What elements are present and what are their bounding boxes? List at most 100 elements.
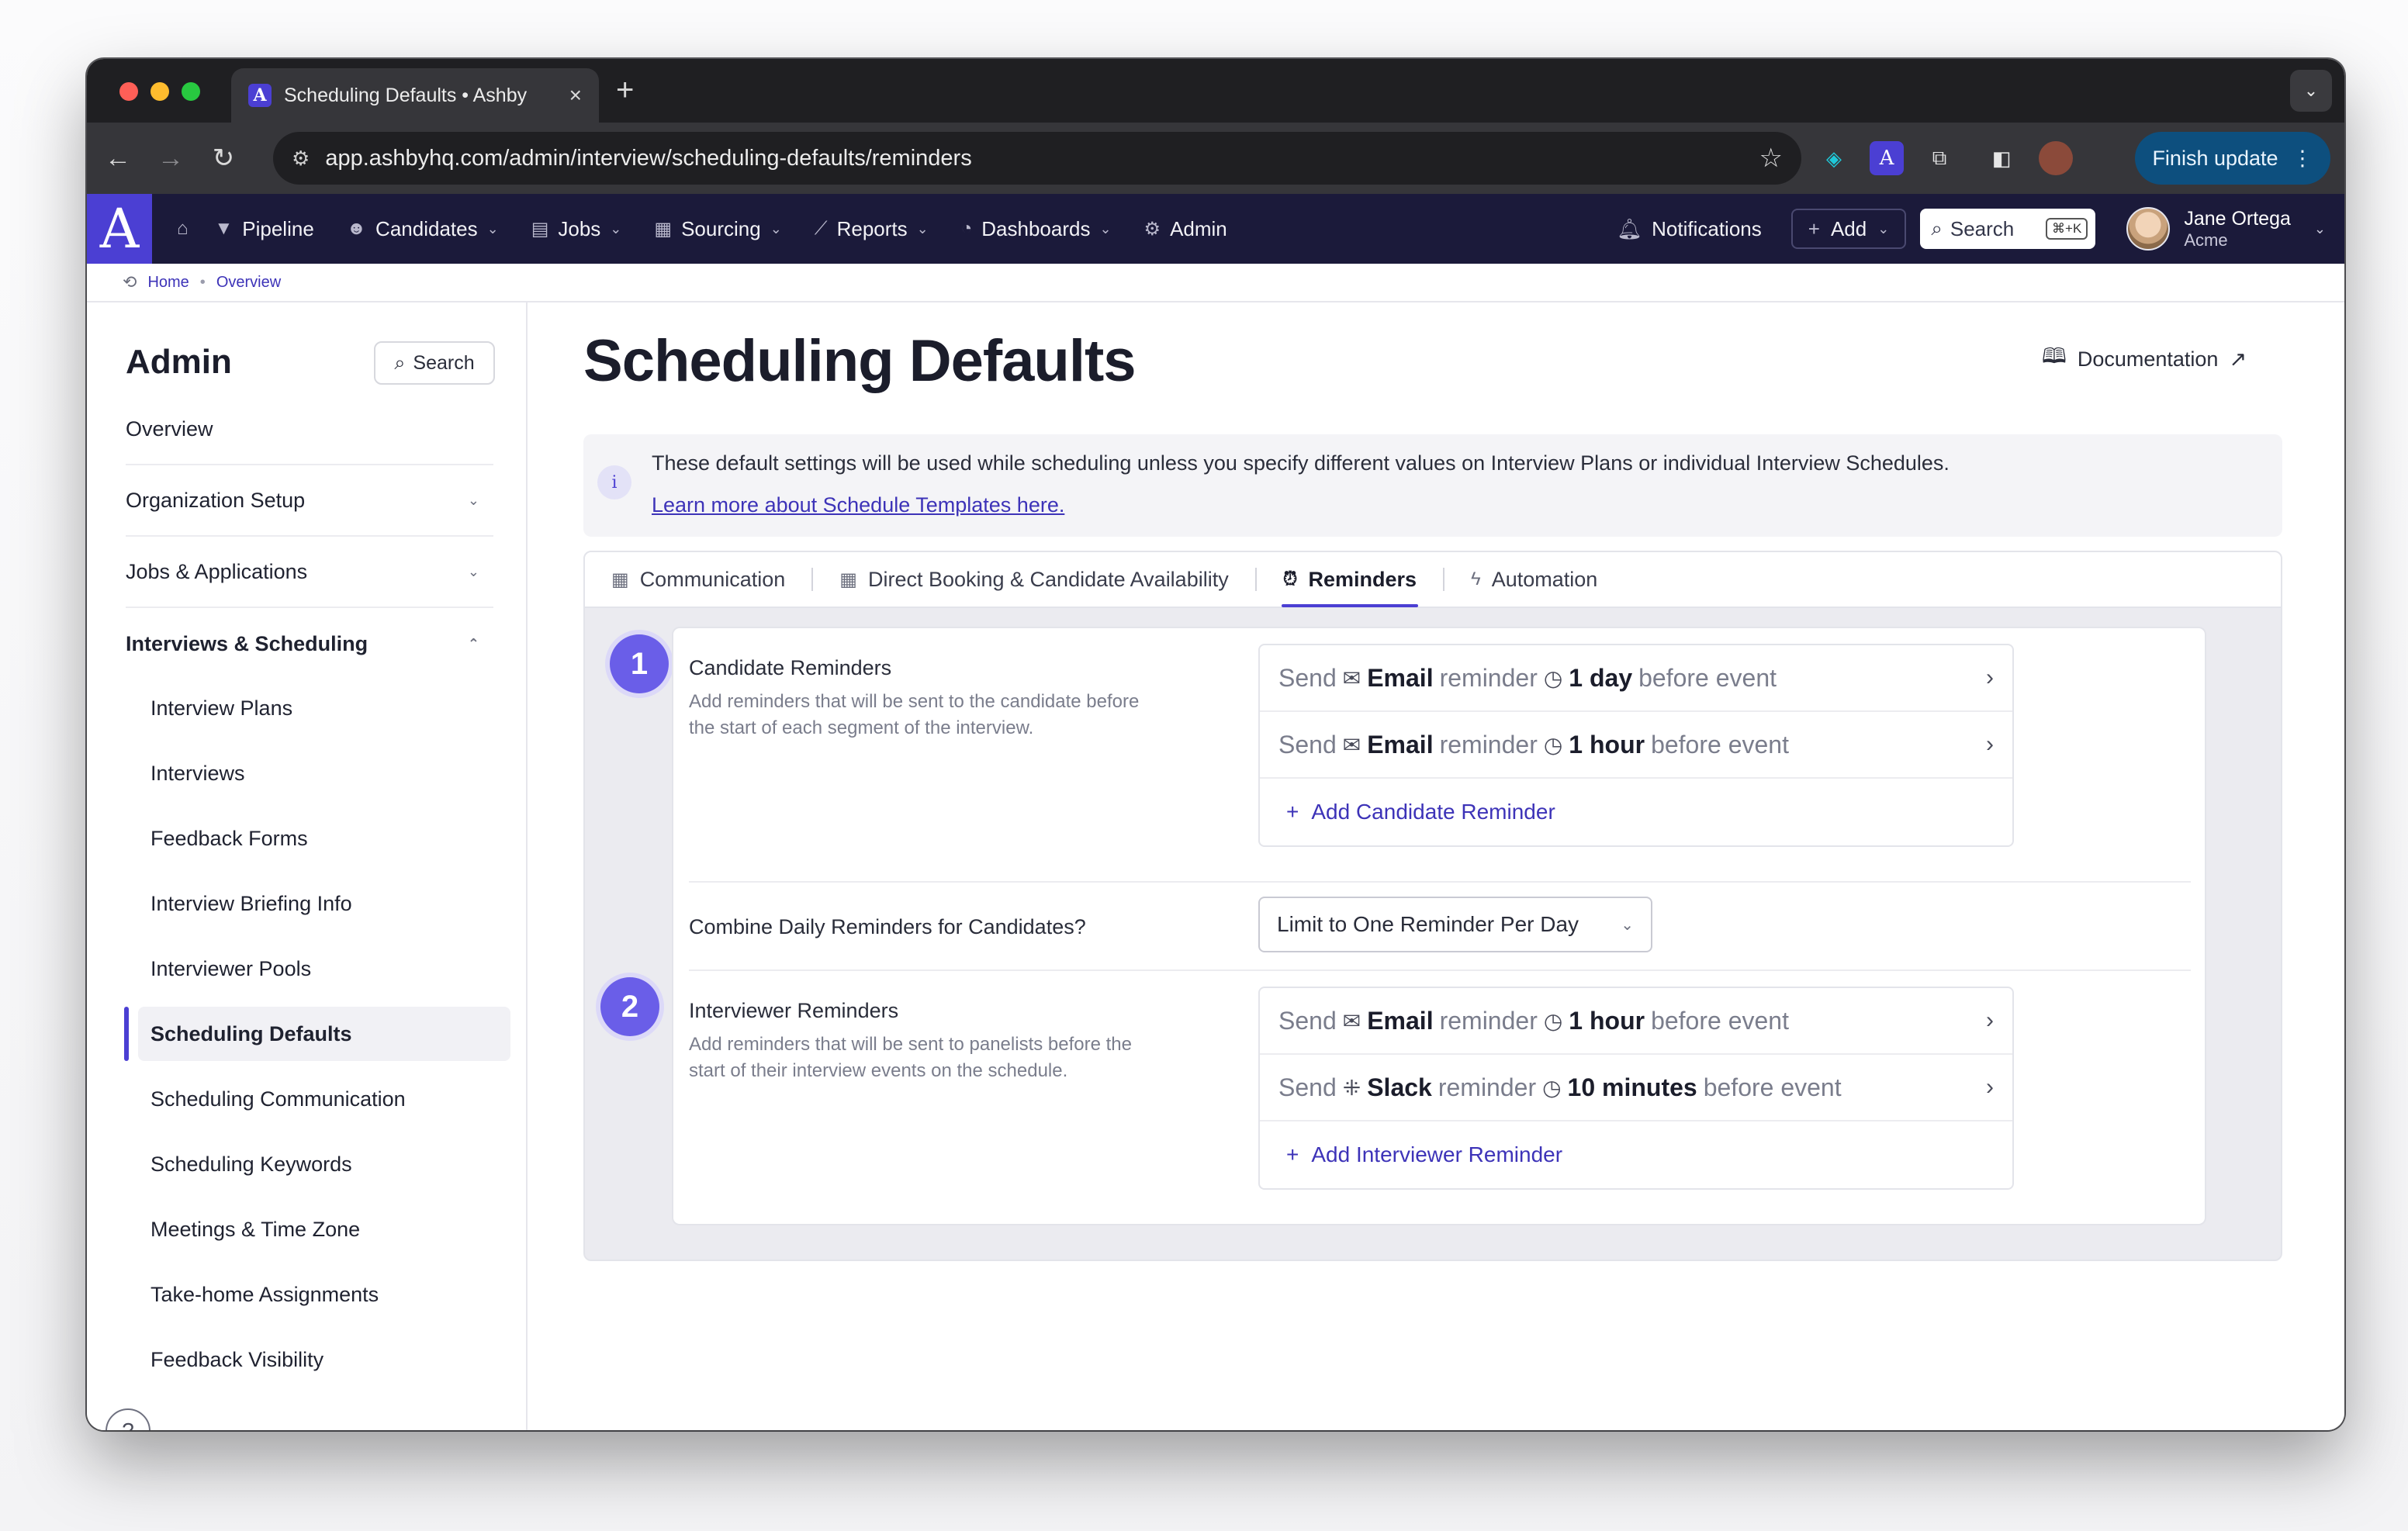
sidebar-sub-meetings-time-zone[interactable]: Meetings & Time Zone: [150, 1202, 512, 1256]
site-settings-icon[interactable]: ⚙: [292, 147, 310, 171]
reload-icon[interactable]: ↻: [205, 140, 242, 177]
close-tab-icon[interactable]: ×: [569, 83, 582, 108]
bolt-icon: ϟ: [1471, 569, 1481, 589]
nav-right-group: 🔔︎ Notifications + Add ⌄ ⌕ Search ⌘+K Ja…: [1617, 194, 2326, 264]
sidebar-item-overview[interactable]: Overview: [126, 394, 493, 465]
nav-candidates[interactable]: ☻ Candidates ⌄: [347, 217, 499, 241]
combine-reminders-select[interactable]: Limit to One Reminder Per Day ⌄: [1258, 897, 1652, 952]
reminder-send-label: Send: [1278, 1006, 1337, 1035]
tab-divider: [811, 568, 814, 591]
ashby-logo[interactable]: A: [87, 194, 152, 264]
browser-tab-active[interactable]: A Scheduling Defaults • Ashby ×: [231, 68, 599, 123]
address-bar[interactable]: ⚙ app.ashbyhq.com/admin/interview/schedu…: [273, 132, 1801, 185]
interviewer-reminder-row[interactable]: Send ⁜ Slack reminder ◷ 10 minutes befor…: [1260, 1055, 2012, 1121]
nav-reports[interactable]: ⟋ Reports ⌄: [815, 217, 929, 241]
tab-automation[interactable]: ϟ Automation: [1471, 552, 1598, 607]
nav-admin[interactable]: ⚙ Admin: [1144, 217, 1227, 241]
chevron-right-icon: ›: [1986, 731, 1994, 757]
reminder-send-label: Send: [1278, 663, 1337, 692]
sidebar-sub-feedback-forms[interactable]: Feedback Forms: [150, 811, 512, 866]
breadcrumb-home-link[interactable]: Home: [147, 274, 189, 292]
sidebar-search-label: Search: [413, 351, 475, 374]
address-bar-url[interactable]: app.ashbyhq.com/admin/interview/scheduli…: [325, 146, 1743, 171]
extension-icon[interactable]: ◈: [1817, 141, 1851, 175]
main-content: Scheduling Defaults 🕮 Documentation ↗ i …: [529, 302, 2344, 1430]
tab-divider: [1443, 568, 1445, 591]
sidebar-sub-feedback-visibility[interactable]: Feedback Visibility: [150, 1332, 512, 1387]
interviewer-reminder-row[interactable]: Send ✉ Email reminder ◷ 1 hour before ev…: [1260, 988, 2012, 1055]
documentation-link[interactable]: 🕮 Documentation ↗: [2042, 341, 2247, 377]
slack-icon: ⁜: [1342, 1075, 1361, 1100]
sidebar-search-button[interactable]: ⌕ Search: [374, 341, 495, 385]
maximize-window-button[interactable]: [182, 82, 200, 101]
profile-avatar-icon[interactable]: [2039, 141, 2073, 175]
tab-label: Automation: [1491, 567, 1598, 591]
sidebar-sub-interview-briefing-info[interactable]: Interview Briefing Info: [150, 876, 512, 931]
global-search-button[interactable]: ⌕ Search ⌘+K: [1920, 209, 2096, 249]
finish-update-button[interactable]: Finish update ⋮: [2135, 132, 2330, 185]
puzzle-extensions-icon[interactable]: ⧉: [1922, 141, 1956, 175]
home-icon[interactable]: ⌂: [177, 218, 189, 240]
breadcrumb-overview-link[interactable]: Overview: [216, 274, 281, 292]
sidebar-sub-interviews[interactable]: Interviews: [150, 746, 512, 800]
sidebar-sub-interview-plans[interactable]: Interview Plans: [150, 681, 512, 735]
tab-communication[interactable]: ▦ Communication: [611, 552, 785, 607]
add-button[interactable]: + Add ⌄: [1790, 209, 1907, 249]
reminder-time: 10 minutes: [1567, 1073, 1697, 1101]
nav-jobs[interactable]: ▤ Jobs ⌄: [531, 217, 622, 241]
documentation-label: Documentation: [2077, 347, 2219, 371]
new-tab-icon[interactable]: +: [616, 73, 634, 108]
sidebar-sub-scheduling-communication[interactable]: Scheduling Communication: [150, 1072, 512, 1126]
sidebar-title: Admin: [126, 343, 232, 381]
avatar[interactable]: [2126, 207, 2171, 251]
chevron-down-icon: ⌄: [1099, 220, 1112, 237]
nav-dashboards[interactable]: ◔ Dashboards ⌄: [961, 217, 1112, 241]
nav-admin-label: Admin: [1170, 216, 1227, 240]
help-button[interactable]: ?: [106, 1408, 150, 1430]
reminder-suffix: before event: [1638, 663, 1777, 692]
chevron-down-icon[interactable]: ⌄: [2314, 221, 2326, 237]
sidebar-item-interviews-scheduling[interactable]: Interviews & Scheduling ⌃: [126, 608, 493, 679]
reminder-word: reminder: [1439, 1006, 1538, 1035]
sidebar-sub-interviewer-pools[interactable]: Interviewer Pools: [150, 942, 512, 996]
chevron-down-icon: ⌄: [916, 220, 929, 237]
forward-arrow-icon[interactable]: →: [152, 140, 189, 177]
schedule-templates-link[interactable]: Learn more about Schedule Templates here…: [652, 493, 1064, 517]
filter-icon: ▼: [214, 218, 234, 239]
tab-direct-booking[interactable]: ▦ Direct Booking & Candidate Availabilit…: [839, 552, 1228, 607]
kebab-menu-icon: ⋮: [2292, 146, 2313, 170]
chevron-down-icon: ⌄: [467, 492, 479, 508]
tab-search-chevron-icon[interactable]: ⌄: [2290, 70, 2332, 112]
sidebar-sub-take-home-assignments[interactable]: Take-home Assignments: [150, 1267, 512, 1322]
candidate-reminder-row[interactable]: Send ✉ Email reminder ◷ 1 day before eve…: [1260, 645, 2012, 712]
sidebar-sub-label: Feedback Visibility: [150, 1347, 324, 1371]
sidebar-item-organization-setup[interactable]: Organization Setup ⌄: [126, 465, 493, 537]
back-arrow-icon[interactable]: ←: [99, 140, 137, 177]
nav-pipeline[interactable]: ▼ Pipeline: [215, 217, 314, 241]
tab-reminders[interactable]: ⏰︎ Reminders: [1281, 552, 1419, 607]
nav-sourcing[interactable]: ▦ Sourcing ⌄: [654, 217, 781, 241]
notifications-button[interactable]: 🔔︎ Notifications: [1617, 217, 1762, 241]
add-label: Add: [1830, 216, 1867, 240]
bookmark-star-icon[interactable]: ☆: [1759, 143, 1783, 174]
sidebar-item-label: Jobs & Applications: [126, 559, 308, 583]
side-panel-icon[interactable]: ◧: [1984, 141, 2019, 175]
search-icon: ⌕: [1931, 216, 1943, 240]
sidebar-item-jobs-applications[interactable]: Jobs & Applications ⌄: [126, 537, 493, 608]
history-icon[interactable]: ⟲: [123, 272, 137, 292]
add-interviewer-reminder-button[interactable]: + Add Interviewer Reminder: [1260, 1121, 2012, 1188]
sidebar-sub-scheduling-defaults[interactable]: Scheduling Defaults: [138, 1007, 510, 1061]
nav-candidates-label: Candidates: [375, 216, 478, 240]
sidebar-sub-label: Interviewer Pools: [150, 956, 312, 980]
minimize-window-button[interactable]: [150, 82, 169, 101]
sidebar-sub-scheduling-keywords[interactable]: Scheduling Keywords: [150, 1137, 512, 1191]
settings-tabs: ▦ Communication ▦ Direct Booking & Candi…: [585, 552, 2281, 608]
close-window-button[interactable]: [119, 82, 138, 101]
user-menu[interactable]: Jane Ortega Acme: [2184, 208, 2291, 250]
candidate-reminder-row[interactable]: Send ✉ Email reminder ◷ 1 hour before ev…: [1260, 712, 2012, 779]
settings-card: ▦ Communication ▦ Direct Booking & Candi…: [583, 551, 2282, 1261]
global-search-label: Search: [1950, 216, 2015, 240]
ashby-extension-icon[interactable]: A: [1870, 141, 1904, 175]
briefcase-icon: ▤: [531, 218, 549, 240]
add-candidate-reminder-button[interactable]: + Add Candidate Reminder: [1260, 779, 2012, 845]
